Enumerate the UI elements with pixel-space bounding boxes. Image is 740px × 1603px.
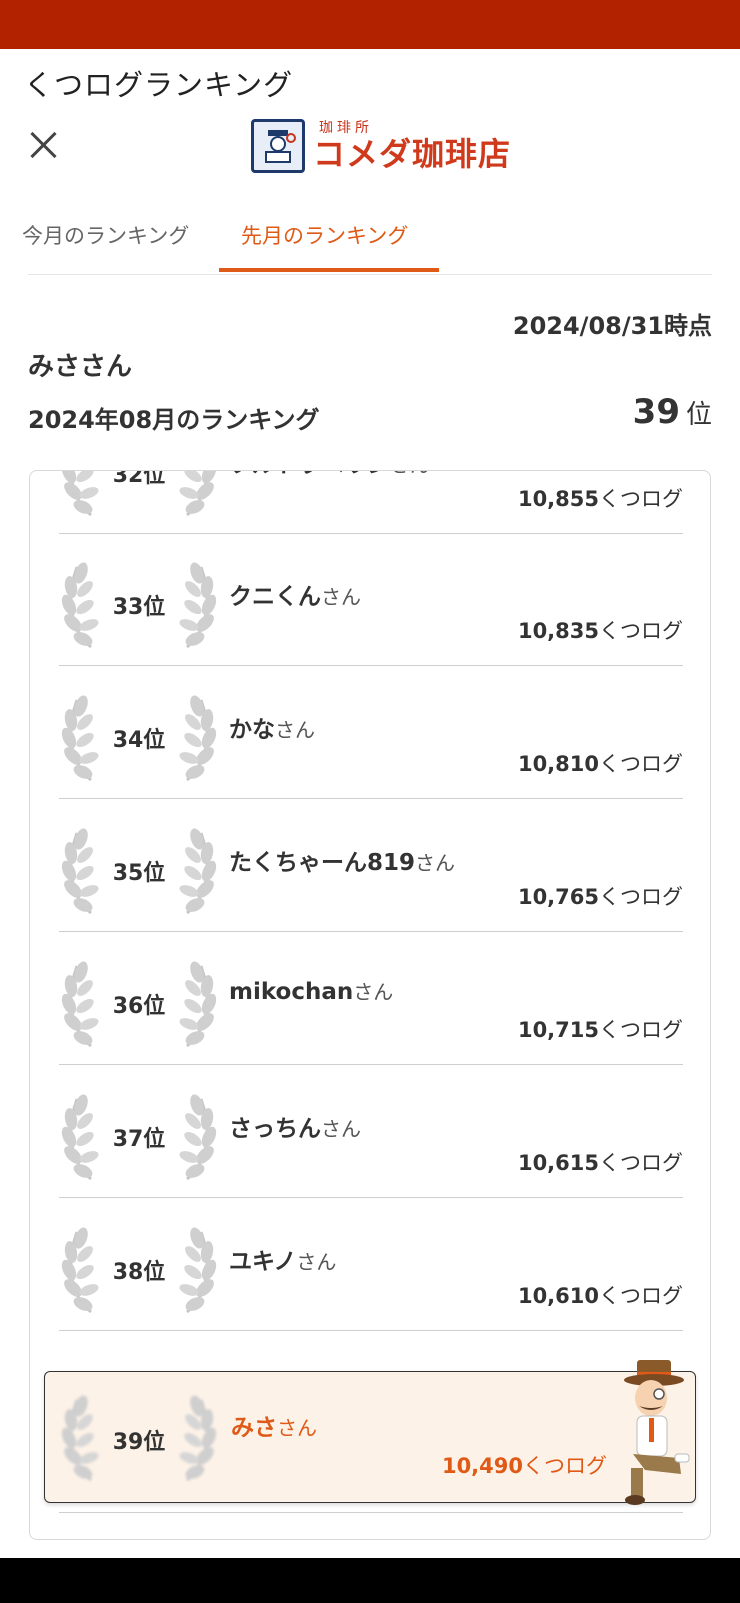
user-name: さっちんさん	[229, 1116, 361, 1142]
points: 10,490くつログ	[441, 1454, 607, 1478]
close-icon[interactable]	[22, 124, 66, 168]
tab-last-month[interactable]: 先月のランキング	[241, 220, 408, 250]
month-ranking-label: 2024年08月のランキング	[28, 406, 320, 434]
tab-this-month[interactable]: 今月のランキング	[22, 220, 189, 250]
logo-small-text: 珈琲所	[319, 120, 373, 136]
points: 10,765くつログ	[517, 885, 683, 909]
logo-big-text: コメダ珈琲店	[313, 135, 512, 173]
status-bar	[0, 0, 740, 49]
as-of-date: 2024/08/31時点	[512, 312, 712, 340]
logo-mark-icon	[251, 119, 305, 173]
rank-label: 35位	[112, 861, 166, 886]
my-ranking-card: 39位 みささん 10,490くつログ	[44, 1360, 696, 1505]
rank-label: 38位	[112, 1260, 166, 1285]
list-item: 33位 クニくんさん 10,835くつログ	[59, 533, 683, 666]
points: 10,615くつログ	[517, 1151, 683, 1175]
rank-label: 34位	[112, 728, 166, 753]
user-name: たくちゃーん819さん	[229, 850, 456, 876]
brand-logo: 珈琲所 コメダ珈琲店	[251, 118, 511, 174]
rank-label: 39位	[112, 1430, 166, 1455]
user-name: ツルトラベリンさん	[229, 471, 430, 479]
user-name: かなさん	[229, 717, 315, 743]
points: 10,835くつログ	[517, 619, 683, 643]
list-item: 35位 たくちゃーん819さん 10,765くつログ	[59, 799, 683, 932]
mascot-icon	[624, 1360, 690, 1505]
user-name: みささん	[231, 1415, 317, 1441]
user-name: mikochanさん	[229, 979, 394, 1005]
list-item: 34位 かなさん 10,810くつログ	[59, 666, 683, 799]
list-divider	[59, 1512, 683, 1513]
rank-label: 36位	[112, 994, 166, 1019]
ranking-tabs: 今月のランキング 先月のランキング	[22, 200, 712, 275]
points: 10,855くつログ	[517, 487, 683, 511]
rank-label: 32位	[112, 470, 166, 488]
ranking-list[interactable]: 32位 ツルトラベリンさん 10,855くつログ 33位 クニくんさん 10,8…	[29, 470, 711, 1540]
my-rank: 39 位	[633, 392, 712, 432]
user-name: みささん	[28, 352, 133, 382]
points: 10,610くつログ	[517, 1284, 683, 1308]
my-rank-number: 39	[632, 392, 680, 432]
system-nav-bar	[0, 1558, 740, 1603]
list-item: 37位 さっちんさん 10,615くつログ	[59, 1065, 683, 1198]
points: 10,715くつログ	[517, 1018, 683, 1042]
my-rank-unit: 位	[685, 400, 712, 430]
list-item: 32位 ツルトラベリンさん 10,855くつログ	[59, 470, 683, 534]
list-item: 38位 ユキノさん 10,610くつログ	[59, 1198, 683, 1331]
user-name: クニくんさん	[229, 584, 361, 610]
list-item: 36位 mikochanさん 10,715くつログ	[59, 932, 683, 1065]
rank-label: 37位	[112, 1127, 166, 1152]
page-title: くつログランキング	[24, 68, 294, 102]
points: 10,810くつログ	[517, 752, 683, 776]
rank-label: 33位	[112, 595, 166, 620]
user-name: ユキノさん	[229, 1249, 337, 1275]
active-tab-indicator	[219, 268, 439, 272]
